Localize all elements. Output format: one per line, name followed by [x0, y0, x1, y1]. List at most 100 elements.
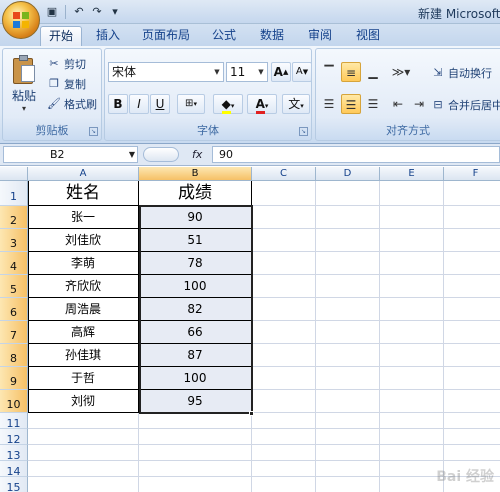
cell[interactable]	[444, 298, 500, 321]
cell[interactable]	[316, 206, 380, 229]
cell[interactable]	[380, 344, 444, 367]
redo-icon[interactable]: ↷	[89, 4, 105, 20]
paste-button[interactable]: 粘贴 ▾	[7, 53, 41, 113]
cell[interactable]	[28, 429, 139, 445]
cell[interactable]	[28, 413, 139, 429]
cell[interactable]	[252, 206, 316, 229]
row-header-4[interactable]: 4	[0, 252, 28, 275]
tab-data[interactable]: 数据	[254, 26, 290, 46]
cell[interactable]	[444, 252, 500, 275]
cell[interactable]	[316, 445, 380, 461]
cell[interactable]	[380, 445, 444, 461]
align-middle-icon[interactable]: ≡	[341, 62, 361, 82]
insert-function-icon[interactable]: fx	[192, 146, 202, 163]
cell[interactable]	[444, 367, 500, 390]
column-header-e[interactable]: E	[380, 167, 444, 181]
row-header-8[interactable]: 8	[0, 344, 28, 367]
row-header-3[interactable]: 3	[0, 229, 28, 252]
cell[interactable]	[139, 413, 252, 429]
row-header-11[interactable]: 11	[0, 413, 28, 430]
office-button[interactable]	[2, 1, 40, 39]
row-header-5[interactable]: 5	[0, 275, 28, 298]
name-box[interactable]: B2 ▼	[3, 146, 138, 163]
cell[interactable]	[380, 321, 444, 344]
cell[interactable]: 82	[139, 298, 252, 321]
cell[interactable]	[252, 445, 316, 461]
undo-icon[interactable]: ↶	[71, 4, 87, 20]
cell[interactable]	[139, 445, 252, 461]
cell[interactable]	[252, 252, 316, 275]
cell[interactable]	[380, 477, 444, 492]
formula-collapse-icon[interactable]	[143, 147, 179, 162]
cell[interactable]	[252, 275, 316, 298]
cell[interactable]	[380, 390, 444, 413]
row-header-9[interactable]: 9	[0, 367, 28, 390]
cell[interactable]	[316, 413, 380, 429]
tab-formulas[interactable]: 公式	[206, 26, 242, 46]
cell[interactable]	[252, 344, 316, 367]
cell[interactable]	[380, 429, 444, 445]
column-header-a[interactable]: A	[28, 167, 139, 181]
tab-page-layout[interactable]: 页面布局	[138, 26, 194, 46]
align-left-icon[interactable]: ☰	[319, 94, 339, 114]
cell[interactable]	[380, 229, 444, 252]
align-right-icon[interactable]: ☰	[363, 94, 383, 114]
cell[interactable]	[28, 461, 139, 477]
align-center-icon[interactable]: ☰	[341, 94, 361, 114]
cell[interactable]	[252, 321, 316, 344]
phonetic-button[interactable]: 文▾	[282, 94, 310, 114]
tab-home[interactable]: 开始	[40, 26, 82, 46]
cell[interactable]	[252, 367, 316, 390]
column-header-c[interactable]: C	[252, 167, 316, 181]
cell[interactable]	[139, 461, 252, 477]
cut-button[interactable]: ✂ 剪切	[47, 55, 86, 73]
paste-dropdown-icon[interactable]: ▾	[7, 104, 41, 113]
cell[interactable]	[380, 298, 444, 321]
row-header-13[interactable]: 13	[0, 445, 28, 462]
cell[interactable]: 78	[139, 252, 252, 275]
cell[interactable]: 李萌	[28, 252, 139, 275]
cell[interactable]	[252, 298, 316, 321]
cell[interactable]	[139, 429, 252, 445]
cell[interactable]	[316, 229, 380, 252]
cell[interactable]: 95	[139, 390, 252, 413]
row-header-1[interactable]: 1	[0, 181, 28, 206]
row-header-14[interactable]: 14	[0, 461, 28, 478]
worksheet-grid[interactable]: A B C D E F 1 2 3 4 5 6 7 8 9 10 11 12 13 14 15 姓名 成绩 张一 90 刘佳欣 51…	[0, 167, 500, 492]
column-header-f[interactable]: F	[444, 167, 500, 181]
tab-review[interactable]: 审阅	[302, 26, 338, 46]
cell[interactable]	[380, 181, 444, 206]
cell[interactable]	[28, 477, 139, 492]
cell[interactable]	[316, 429, 380, 445]
cell[interactable]	[28, 445, 139, 461]
copy-button[interactable]: ❐ 复制	[47, 75, 86, 93]
cell[interactable]: 齐欣欣	[28, 275, 139, 298]
cell[interactable]	[252, 477, 316, 492]
cell[interactable]	[316, 390, 380, 413]
cell[interactable]: 周浩晨	[28, 298, 139, 321]
cell[interactable]	[444, 206, 500, 229]
cell[interactable]: 于哲	[28, 367, 139, 390]
tab-insert[interactable]: 插入	[90, 26, 126, 46]
align-bottom-icon[interactable]: ▁	[363, 62, 383, 82]
cell[interactable]	[444, 344, 500, 367]
cell[interactable]	[316, 181, 380, 206]
cell[interactable]	[444, 445, 500, 461]
cell[interactable]	[380, 413, 444, 429]
bold-button[interactable]: B	[108, 94, 128, 114]
cell[interactable]	[444, 321, 500, 344]
font-size-select[interactable]: 11 ▼	[226, 62, 268, 82]
cell[interactable]	[380, 275, 444, 298]
grow-font-button[interactable]: A▲	[271, 62, 291, 82]
merge-center-button[interactable]: ⊟ 合并后居中	[431, 96, 500, 114]
cell[interactable]	[316, 275, 380, 298]
select-all-button[interactable]	[0, 167, 28, 181]
header-cell[interactable]: 姓名	[28, 181, 139, 206]
wrap-text-button[interactable]: ⇲ 自动换行	[431, 64, 492, 82]
cell[interactable]	[252, 390, 316, 413]
cell[interactable]	[444, 275, 500, 298]
cell[interactable]	[380, 206, 444, 229]
row-header-6[interactable]: 6	[0, 298, 28, 321]
formula-input[interactable]: 90	[212, 146, 500, 163]
cell[interactable]	[252, 181, 316, 206]
